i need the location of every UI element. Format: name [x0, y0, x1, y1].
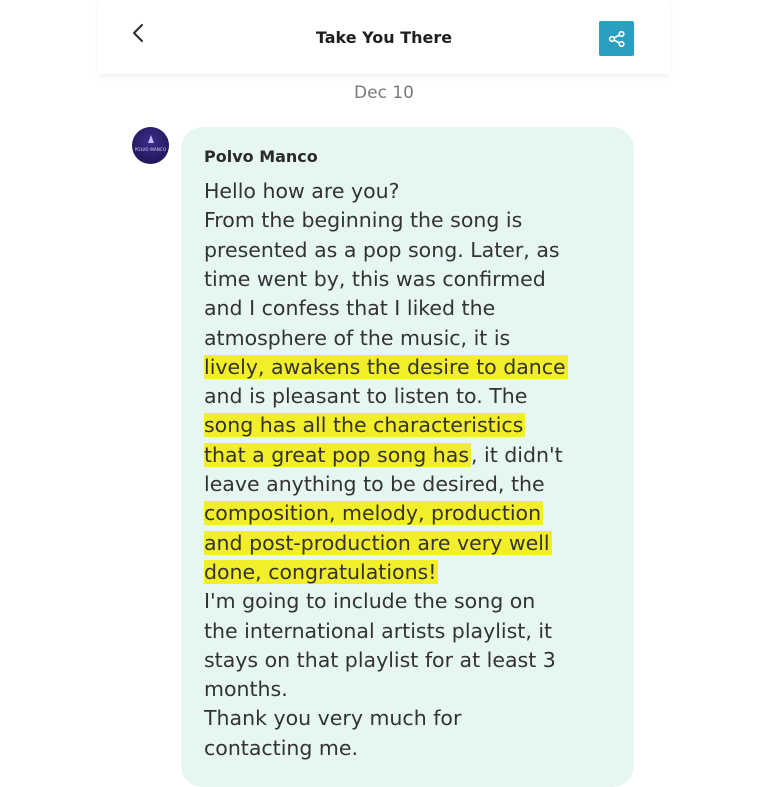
avatar-logo-text: POLVO MANCO	[134, 147, 167, 152]
share-button[interactable]	[599, 21, 634, 56]
message-line: Thank you very much for	[204, 704, 461, 733]
message-line: song has all the characteristics	[204, 411, 526, 440]
message-text-segment: and is pleasant to listen to. The	[204, 384, 528, 409]
message-line: the international artists playlist, it	[204, 617, 552, 646]
message-line: stays on that playlist for at least 3	[204, 646, 556, 675]
message-text-segment: time went by, this was confirmed	[204, 266, 546, 291]
message-line: I'm going to include the song on	[204, 587, 535, 616]
message-line: done, congratulations!	[204, 558, 439, 587]
message-line: atmosphere of the music, it is	[204, 324, 510, 353]
message-line: time went by, this was confirmed	[204, 265, 546, 294]
message-text-segment: composition, melody, production	[204, 501, 544, 526]
message-text-segment: song has all the characteristics	[204, 413, 526, 438]
message-text-segment: stays on that playlist for at least 3	[204, 647, 556, 672]
message-text-segment: presented as a pop song. Later, as	[204, 237, 560, 262]
message-line: Hello how are you?	[204, 177, 400, 206]
message-text-segment: and I confess that I liked the	[204, 296, 496, 321]
message-line: composition, melody, production	[204, 499, 544, 528]
message-text-segment: months.	[204, 677, 288, 702]
logo-mark-icon	[148, 135, 154, 143]
message-line: and I confess that I liked the	[204, 294, 495, 323]
message-text-segment: leave anything to be desired, the	[204, 472, 545, 496]
chevron-left-icon	[132, 23, 144, 43]
message-line: and post-production are very well	[204, 529, 552, 558]
message-line: lively, awakens the desire to dance	[204, 353, 568, 382]
conversation-date: Dec 10	[354, 83, 414, 103]
message-line: contacting me.	[204, 734, 358, 763]
message-line: months.	[204, 675, 288, 704]
message-text-segment: and post-production are very well	[204, 530, 552, 555]
sender-name: Polvo Manco	[204, 147, 318, 166]
message-text-segment: atmosphere of the music, it is	[204, 325, 511, 350]
message-text-segment: lively, awakens the desire to dance	[204, 354, 568, 379]
message-text-segment: Thank you very much for	[204, 706, 462, 731]
message-text-segment: that a great pop song has	[204, 442, 472, 467]
message-text-segment: contacting me.	[204, 735, 359, 760]
message-line: presented as a pop song. Later, as	[204, 236, 560, 265]
message-text-segment: the international artists playlist, it	[204, 618, 553, 643]
message-text-segment: , it didn't	[471, 442, 563, 467]
message-text-segment: done, congratulations!	[204, 559, 439, 584]
share-icon	[608, 30, 625, 47]
message-text-segment: Hello how are you?	[204, 179, 400, 203]
message-line: and is pleasant to listen to. The	[204, 382, 527, 411]
message-line: leave anything to be desired, the	[204, 470, 545, 499]
page-title: Take You There	[315, 28, 453, 47]
back-button[interactable]	[126, 20, 150, 46]
message-text-segment: From the beginning the song is	[204, 208, 523, 233]
message-line: that a great pop song has, it didn't	[204, 441, 563, 470]
message-text-segment: I'm going to include the song on	[204, 589, 536, 614]
avatar[interactable]: POLVO MANCO	[132, 127, 169, 164]
message-line: From the beginning the song is	[204, 206, 522, 235]
